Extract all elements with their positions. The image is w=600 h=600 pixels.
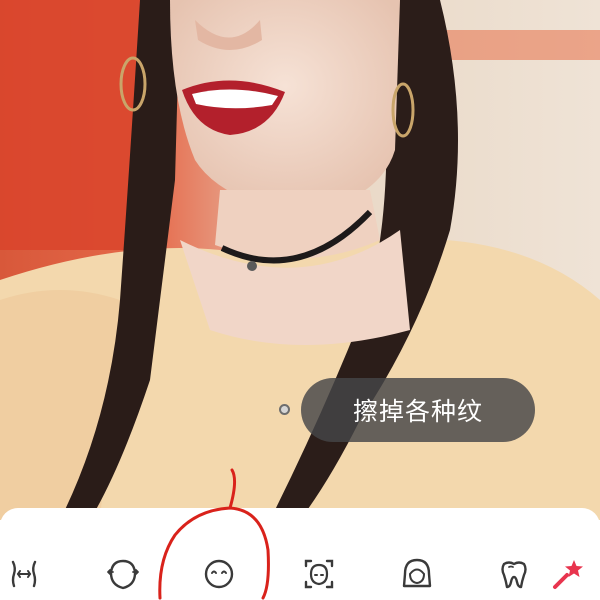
hint-pointer-dot [279, 404, 290, 415]
tooth-icon [501, 561, 527, 589]
hint-tooltip: 擦掉各种纹 [301, 378, 535, 442]
tool-smooth-face[interactable] [197, 552, 241, 596]
hint-text: 擦掉各种纹 [352, 397, 483, 426]
face-reshape-icon [107, 559, 139, 590]
portrait-photo [0, 0, 600, 520]
body-slim-icon [11, 560, 37, 588]
tool-face-reshape[interactable] [101, 552, 145, 596]
face-frame-icon [304, 559, 334, 589]
tool-tooth[interactable] [492, 552, 536, 596]
tool-magic-wand[interactable] [546, 552, 590, 596]
hair-icon [402, 558, 432, 588]
magic-wand-icon [553, 560, 583, 589]
beauty-toolbar [0, 508, 600, 600]
photo-canvas[interactable] [0, 0, 600, 520]
smooth-face-icon [204, 559, 234, 589]
tool-hair[interactable] [395, 552, 439, 596]
tool-body-slim[interactable] [2, 552, 46, 596]
tool-face-frame[interactable] [297, 552, 341, 596]
